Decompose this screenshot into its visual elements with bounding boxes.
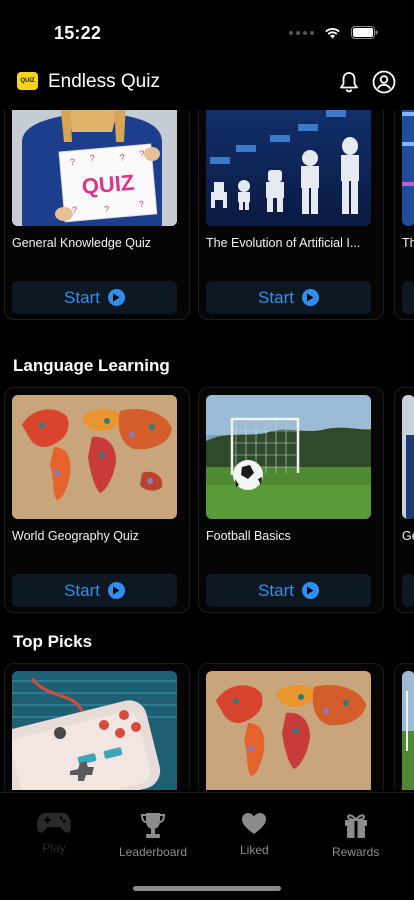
quiz-card-title: The Evolution of Artificial I... xyxy=(206,236,361,250)
tab-liked[interactable]: Liked xyxy=(240,811,269,857)
tab-label: Leaderboard xyxy=(119,845,188,859)
play-icon xyxy=(107,582,125,599)
quiz-thumbnail-image xyxy=(402,671,414,790)
start-quiz-button[interactable]: Start xyxy=(12,281,177,314)
start-button-label: Start xyxy=(64,287,100,307)
section-title: Top Picks xyxy=(13,632,93,651)
quiz-row-top-picks[interactable] xyxy=(0,663,414,790)
play-icon xyxy=(301,289,319,306)
svg-text:QUIZ: QUIZ xyxy=(81,170,136,199)
status-bar: 15:22 xyxy=(0,0,414,60)
quiz-card[interactable]: Th xyxy=(394,110,414,320)
start-quiz-button[interactable] xyxy=(402,574,414,607)
profile-icon[interactable] xyxy=(372,70,396,94)
app-logo: QUIZ xyxy=(17,72,38,90)
cellular-signal-icon xyxy=(289,30,314,35)
tab-label: Liked xyxy=(240,843,269,857)
play-icon xyxy=(107,289,125,306)
quiz-card[interactable]: World Geography Quiz Start xyxy=(4,387,190,613)
quiz-row-featured[interactable]: QUIZ ? ? ? ? ? ? ? General Knowledge Qui… xyxy=(0,110,414,320)
quiz-thumbnail-image xyxy=(12,395,177,519)
start-quiz-button[interactable] xyxy=(402,281,414,314)
tab-rewards[interactable]: Rewards xyxy=(332,811,379,859)
quiz-feed[interactable]: QUIZ ? ? ? ? ? ? ? General Knowledge Qui… xyxy=(0,110,414,790)
quiz-thumbnail-image xyxy=(206,671,371,790)
start-quiz-button[interactable]: Start xyxy=(206,281,371,314)
start-quiz-button[interactable]: Start xyxy=(206,574,371,607)
quiz-card-title: Football Basics xyxy=(206,529,291,543)
start-button-label: Start xyxy=(258,287,294,307)
app-header: QUIZ Endless Quiz xyxy=(0,62,414,102)
quiz-card-title: General Knowledge Quiz xyxy=(12,236,151,250)
start-button-label: Start xyxy=(258,580,294,600)
wifi-icon xyxy=(324,27,341,39)
quiz-thumbnail-image xyxy=(206,110,371,226)
app-title: Endless Quiz xyxy=(48,71,160,92)
quiz-card-title: Th xyxy=(402,236,414,250)
quiz-card[interactable]: QUIZ ? ? ? ? ? ? ? General Knowledge Qui… xyxy=(4,110,190,320)
quiz-card[interactable] xyxy=(198,663,384,790)
quiz-card[interactable]: The Evolution of Artificial I... Start xyxy=(198,110,384,320)
quiz-thumbnail-image xyxy=(206,395,371,519)
gamepad-icon xyxy=(37,813,71,833)
quiz-card[interactable]: Football Basics Start xyxy=(198,387,384,613)
tab-leaderboard[interactable]: Leaderboard xyxy=(119,811,187,859)
quiz-card-title: World Geography Quiz xyxy=(12,529,139,543)
svg-text:?: ? xyxy=(104,204,110,214)
start-button-label: Start xyxy=(64,580,100,600)
quiz-thumbnail-image xyxy=(12,671,177,790)
tab-label: Play xyxy=(42,841,66,855)
home-indicator[interactable] xyxy=(133,886,281,891)
status-time: 15:22 xyxy=(54,23,102,43)
svg-text:?: ? xyxy=(70,157,76,167)
quiz-thumbnail-image xyxy=(402,395,414,519)
status-icons xyxy=(289,26,378,39)
tab-label: Rewards xyxy=(332,845,380,859)
section-title: Language Learning xyxy=(13,356,170,375)
start-quiz-button[interactable]: Start xyxy=(12,574,177,607)
heart-icon xyxy=(242,813,267,834)
quiz-card-title: Ge xyxy=(402,529,414,543)
svg-text:?: ? xyxy=(119,152,125,162)
tab-play[interactable]: Play xyxy=(36,811,72,855)
notifications-bell-icon[interactable] xyxy=(337,70,361,94)
quiz-card[interactable] xyxy=(4,663,190,790)
gift-icon xyxy=(344,814,367,838)
play-icon xyxy=(301,582,319,599)
quiz-card[interactable] xyxy=(394,663,414,790)
svg-text:?: ? xyxy=(138,199,144,209)
bottom-tab-bar: Play Leaderboard Liked Rewards xyxy=(0,792,414,900)
quiz-card[interactable]: Ge xyxy=(394,387,414,613)
quiz-thumbnail-image: QUIZ ? ? ? ? ? ? ? xyxy=(12,110,177,226)
battery-icon xyxy=(351,26,378,39)
trophy-icon xyxy=(141,813,166,838)
svg-text:?: ? xyxy=(89,153,95,163)
quiz-row-language-learning[interactable]: World Geography Quiz Start Football Basi… xyxy=(0,387,414,613)
quiz-thumbnail-image xyxy=(402,110,414,226)
